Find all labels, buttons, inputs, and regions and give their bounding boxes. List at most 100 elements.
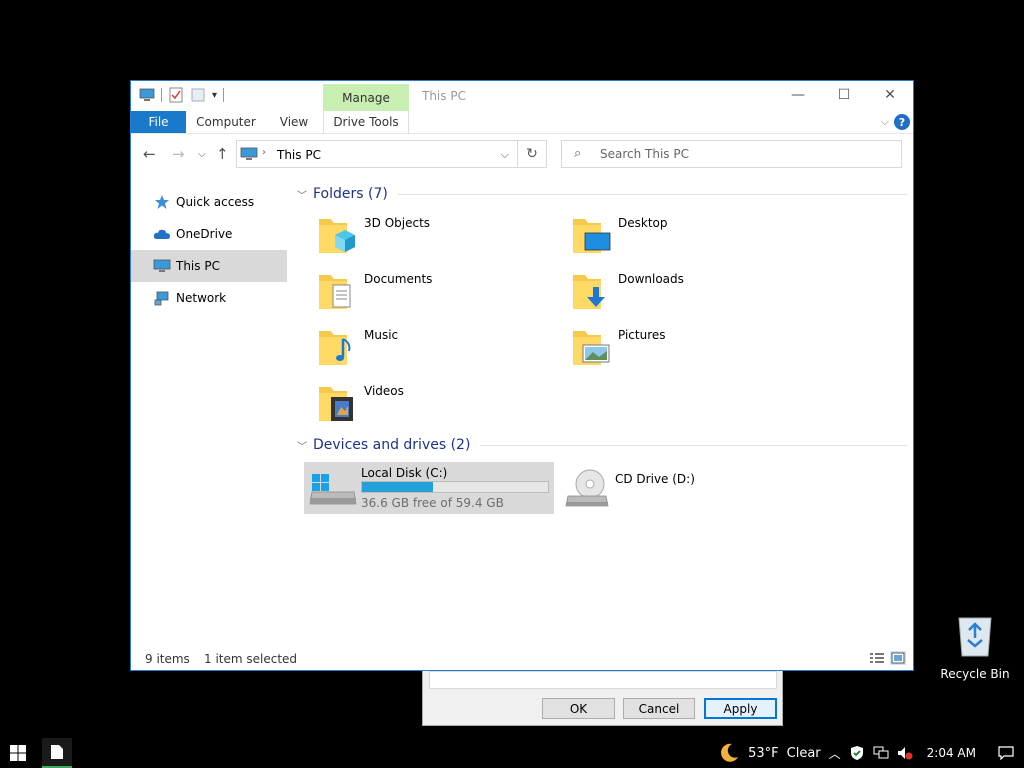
title-bar[interactable]: ▾ Manage This PC — ☐ ✕ [131,81,913,111]
show-hidden-icons[interactable]: ︿ [829,745,841,762]
pictures-folder-icon [573,331,610,365]
content-pane: ﹀ Folders (7) 3D Objects Desktop Documen… [287,181,913,651]
window-title: This PC [422,89,466,103]
taskbar-app-button[interactable] [42,738,72,768]
status-selection: 1 item selected [204,652,298,666]
folder-name: 3D Objects [364,216,431,230]
nav-item-label: Network [176,291,227,305]
computer-icon [139,88,155,101]
desktop-folder-icon [573,219,611,253]
tab-file[interactable]: File [131,111,186,133]
weather-condition[interactable]: Clear [787,746,821,761]
status-item-count: 9 items [145,652,190,666]
security-shield-icon[interactable] [849,745,865,761]
cd-drive-icon [565,469,609,507]
refresh-button[interactable]: ↻ [518,140,547,168]
system-tray: 53°F Clear ︿ 2:04 AM [710,738,1024,768]
network-icon[interactable] [873,746,889,760]
desktop-recycle-bin[interactable]: Recycle Bin [940,612,1010,681]
clock[interactable]: 2:04 AM [927,746,976,760]
windows-start-icon[interactable] [10,745,26,761]
ribbon-tabs: File Computer View Drive Tools [131,111,913,133]
drive-usage-fill [362,482,434,492]
help-button[interactable]: ? [894,114,910,130]
address-text[interactable]: This PC [277,148,321,162]
folder-downloads[interactable]: Downloads [561,265,811,317]
forward-button[interactable]: → [172,145,185,163]
devices-group-header[interactable]: ﹀ Devices and drives (2) [297,437,907,453]
tab-view[interactable]: View [269,111,319,133]
folder-documents[interactable]: Documents [307,265,557,317]
folder-name: Desktop [618,216,668,230]
navigation-bar: ← → ⌵ ↑ › This PC ⌵ ↻ ⌕ [131,138,913,170]
folder-name: Music [364,328,399,342]
background-dialog: OK Cancel Apply [422,668,783,726]
folder-name: Downloads [618,272,684,286]
maximize-button[interactable]: ☐ [821,81,867,109]
group-divider [397,193,907,195]
moon-icon[interactable] [718,742,740,764]
large-icons-view-icon[interactable] [890,651,906,665]
network-icon [153,290,171,306]
tab-manage[interactable]: Manage [323,84,409,111]
computer-icon [240,147,258,160]
collapse-chevron-icon[interactable]: ﹀ [297,187,307,202]
recycle-bin-icon [958,617,992,657]
dialog-field [429,671,777,689]
collapse-chevron-icon[interactable]: ﹀ [297,438,307,453]
new-folder-icon[interactable] [190,87,206,103]
folder-pictures[interactable]: Pictures [561,321,811,373]
customize-qat-icon[interactable]: ▾ [212,90,217,101]
drive-name: CD Drive (D:) [615,472,695,486]
hard-drive-icon [309,474,357,505]
apply-button[interactable]: Apply [704,698,777,719]
minimize-button[interactable]: — [775,81,821,109]
tab-computer[interactable]: Computer [191,111,261,133]
cancel-button[interactable]: Cancel [623,698,695,719]
up-button[interactable]: ↑ [216,145,229,163]
ok-button[interactable]: OK [542,698,615,719]
properties-icon[interactable] [168,87,184,103]
nav-item-network[interactable]: Network [131,282,287,314]
volume-muted-icon[interactable] [897,746,913,760]
close-button[interactable]: ✕ [867,81,913,109]
folder-videos[interactable]: Videos [307,377,557,429]
search-input[interactable] [600,147,890,161]
navigation-pane: Quick access OneDrive This PC Network [131,186,287,314]
ribbon-divider [131,133,913,134]
nav-item-this-pc[interactable]: This PC [131,250,287,282]
drive-cd-d[interactable]: CD Drive (D:) [558,462,808,514]
folder-3d-objects[interactable]: 3D Objects [307,209,557,261]
recycle-bin-label: Recycle Bin [940,667,1010,681]
address-dropdown-icon[interactable]: ⌵ [501,148,509,162]
search-box[interactable]: ⌕ [561,140,902,168]
drive-local-disk-c[interactable]: Local Disk (C:) 36.6 GB free of 59.4 GB [304,462,554,514]
temperature[interactable]: 53°F [748,746,779,761]
tab-drive-tools[interactable]: Drive Tools [323,111,409,133]
details-view-icon[interactable] [869,651,885,665]
drive-free-space: 36.6 GB free of 59.4 GB [361,496,504,510]
folders-header-label: Folders (7) [313,186,388,202]
address-bar[interactable]: › This PC ⌵ [236,140,518,168]
folder-name: Documents [364,272,433,286]
nav-item-onedrive[interactable]: OneDrive [131,218,287,250]
qat-separator-2 [223,88,225,102]
folder-music[interactable]: Music [307,321,557,373]
folder-desktop[interactable]: Desktop [561,209,811,261]
breadcrumb-separator-icon[interactable]: › [262,147,266,158]
back-button[interactable]: ← [143,145,156,163]
star-icon [153,194,171,210]
notification-icon [998,746,1014,760]
search-icon: ⌕ [574,146,582,161]
group-divider [480,444,907,446]
drive-name: Local Disk (C:) [361,466,448,480]
action-center-button[interactable] [988,738,1024,768]
computer-icon [153,258,171,274]
folders-group-header[interactable]: ﹀ Folders (7) [297,186,907,202]
recent-locations-button[interactable]: ⌵ [198,149,206,160]
expand-ribbon-icon[interactable]: ⌵ [881,115,889,129]
nav-item-label: Quick access [176,195,255,209]
devices-header-label: Devices and drives (2) [313,437,471,453]
nav-item-quick-access[interactable]: Quick access [131,186,287,218]
drive-usage-bar [361,481,549,493]
